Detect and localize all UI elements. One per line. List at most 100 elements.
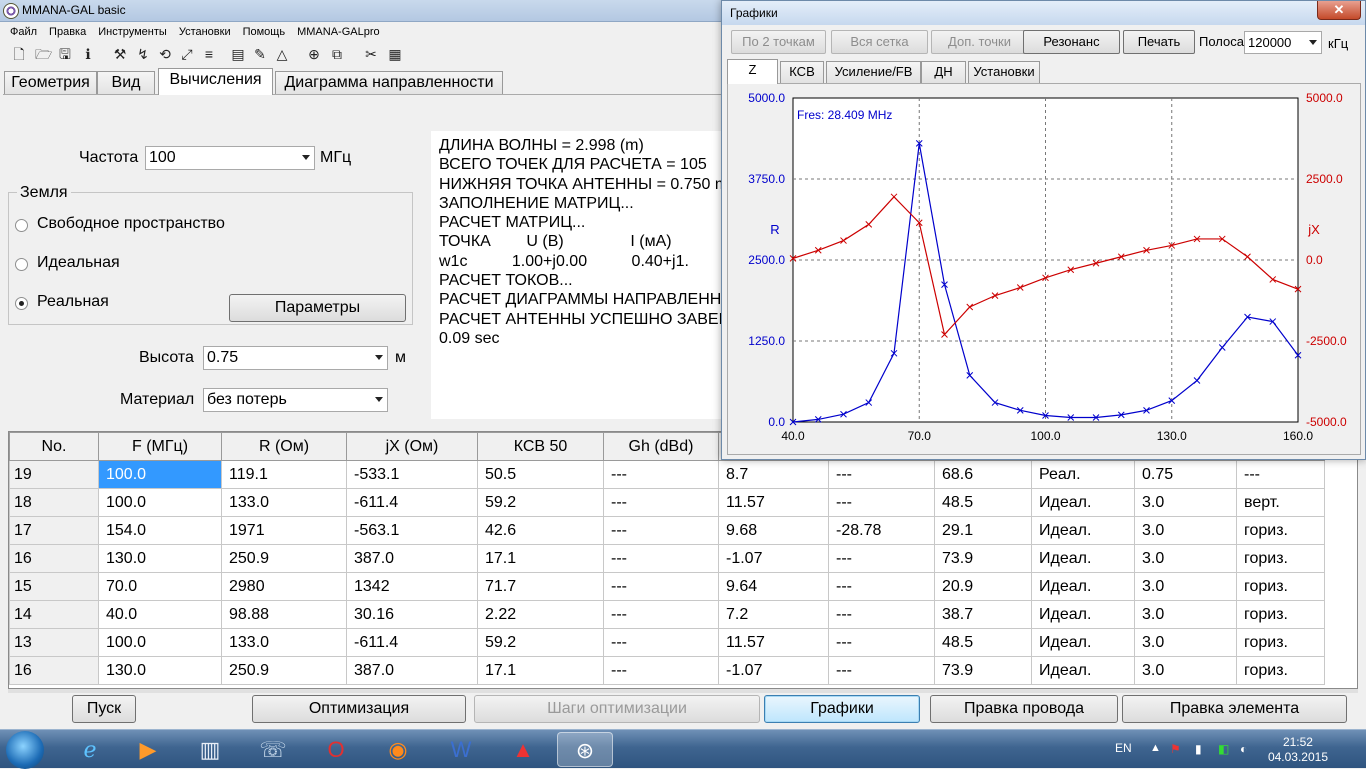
- table-cell[interactable]: 119.1: [221, 460, 347, 489]
- graphs-button[interactable]: Графики: [764, 695, 920, 723]
- start-button[interactable]: Пуск: [72, 695, 136, 723]
- graph-tab-pattern[interactable]: ДН: [921, 61, 966, 83]
- table-cell[interactable]: 40.0: [98, 600, 222, 629]
- table-cell[interactable]: 50.5: [477, 460, 604, 489]
- table-cell[interactable]: 130.0: [98, 656, 222, 685]
- resonance-button[interactable]: Резонанс: [1023, 30, 1120, 54]
- table-cell[interactable]: верт.: [1236, 488, 1325, 517]
- table-cell[interactable]: 3.0: [1134, 516, 1237, 545]
- table-cell[interactable]: 20.9: [934, 572, 1032, 601]
- table-cell[interactable]: Идеал.: [1031, 544, 1135, 573]
- table-cell[interactable]: 8.7: [718, 460, 829, 489]
- elements-tool-icon[interactable]: ≡: [201, 46, 217, 62]
- graph-tab-gain[interactable]: Усиление/FB: [826, 61, 921, 83]
- table-cell[interactable]: 100.0: [98, 488, 222, 517]
- table-cell[interactable]: гориз.: [1236, 656, 1325, 685]
- table-row[interactable]: 17 154.0 1971 -563.1 42.6 --- 9.68 -28.78 29.1 Ид…: [9, 516, 1325, 545]
- radio-free-space[interactable]: [15, 219, 28, 232]
- table-cell[interactable]: 387.0: [346, 656, 478, 685]
- document-icon[interactable]: ▤: [230, 46, 246, 62]
- table-cell[interactable]: гориз.: [1236, 544, 1325, 573]
- table-row[interactable]: 19 100.0 119.1 -533.1 50.5 --- 8.7 --- 68.6 Реал.…: [9, 460, 1325, 489]
- table-row[interactable]: 16 130.0 250.9 387.0 17.1 --- -1.07 --- 73.9 Идеа…: [9, 544, 1325, 573]
- table-cell[interactable]: 133.0: [221, 628, 347, 657]
- table-cell[interactable]: ---: [828, 488, 935, 517]
- tab-view[interactable]: Вид: [97, 71, 155, 95]
- table-cell[interactable]: 68.6: [934, 460, 1032, 489]
- table-cell[interactable]: гориз.: [1236, 516, 1325, 545]
- table-cell[interactable]: 48.5: [934, 488, 1032, 517]
- params-button[interactable]: Параметры: [229, 294, 406, 322]
- table-cell[interactable]: ---: [828, 656, 935, 685]
- table-cell[interactable]: -1.07: [718, 656, 829, 685]
- table-cell[interactable]: ---: [603, 572, 719, 601]
- start-orb-icon[interactable]: [6, 731, 44, 769]
- row-number-cell[interactable]: 19: [9, 460, 99, 489]
- table-cell[interactable]: Идеал.: [1031, 628, 1135, 657]
- table-cell[interactable]: 250.9: [221, 544, 347, 573]
- column-header[interactable]: No.: [9, 432, 99, 461]
- table-cell[interactable]: 48.5: [934, 628, 1032, 657]
- table-cell[interactable]: Идеал.: [1031, 600, 1135, 629]
- row-number-cell[interactable]: 18: [9, 488, 99, 517]
- table-cell[interactable]: 2.22: [477, 600, 604, 629]
- tab-geometry[interactable]: Геометрия: [4, 71, 97, 95]
- table-cell[interactable]: 17.1: [477, 656, 604, 685]
- triangle-icon[interactable]: △: [274, 46, 290, 62]
- table-cell[interactable]: 9.68: [718, 516, 829, 545]
- menu-settings[interactable]: Установки: [173, 22, 237, 40]
- full-grid-button[interactable]: Вся сетка: [831, 30, 928, 54]
- skype-icon[interactable]: ☏: [245, 732, 301, 767]
- table-cell[interactable]: гориз.: [1236, 572, 1325, 601]
- menu-edit[interactable]: Правка: [43, 22, 92, 40]
- table-cell[interactable]: гориз.: [1236, 600, 1325, 629]
- table-cell[interactable]: 42.6: [477, 516, 604, 545]
- table-cell[interactable]: 70.0: [98, 572, 222, 601]
- table-row[interactable]: 14 40.0 98.88 30.16 2.22 --- 7.2 --- 38.7 Идеал. 3…: [9, 600, 1325, 629]
- table-cell[interactable]: 71.7: [477, 572, 604, 601]
- menu-pro[interactable]: MMANA-GALpro: [291, 22, 386, 40]
- ie-icon[interactable]: ℯ: [62, 732, 118, 767]
- table-cell[interactable]: 3.0: [1134, 656, 1237, 685]
- files-icon[interactable]: ▥: [182, 732, 238, 767]
- row-number-cell[interactable]: 14: [9, 600, 99, 629]
- move-tool-icon[interactable]: ↯: [135, 46, 151, 62]
- opera-icon[interactable]: O: [308, 732, 364, 767]
- table-cell[interactable]: ---: [603, 516, 719, 545]
- table-cell[interactable]: ---: [828, 460, 935, 489]
- table-cell[interactable]: 387.0: [346, 544, 478, 573]
- radio-real[interactable]: [15, 297, 28, 310]
- close-icon[interactable]: ✕: [1317, 1, 1361, 20]
- table-cell[interactable]: -563.1: [346, 516, 478, 545]
- radio-ideal[interactable]: [15, 258, 28, 271]
- row-number-cell[interactable]: 15: [9, 572, 99, 601]
- table-cell[interactable]: -611.4: [346, 488, 478, 517]
- menu-help[interactable]: Помощь: [237, 22, 292, 40]
- table-cell[interactable]: 154.0: [98, 516, 222, 545]
- pen-icon[interactable]: ✎: [252, 46, 268, 62]
- menu-tools[interactable]: Инструменты: [92, 22, 173, 40]
- clock[interactable]: 21:52 04.03.2015: [1268, 735, 1328, 765]
- table-cell[interactable]: ---: [603, 460, 719, 489]
- two-points-button[interactable]: По 2 точкам: [731, 30, 826, 54]
- menu-file[interactable]: Файл: [0, 22, 43, 40]
- tools-icon[interactable]: ✂: [363, 46, 379, 62]
- column-header[interactable]: Gh (dBd): [603, 432, 719, 461]
- table-cell[interactable]: ---: [603, 488, 719, 517]
- media-player-icon[interactable]: ▶: [120, 732, 176, 767]
- table-cell[interactable]: 3.0: [1134, 600, 1237, 629]
- optimization-button[interactable]: Оптимизация: [252, 695, 466, 723]
- save-icon[interactable]: 🖫: [57, 46, 73, 62]
- table-cell[interactable]: гориз.: [1236, 628, 1325, 657]
- table-row[interactable]: 13 100.0 133.0 -611.4 59.2 --- 11.57 --- 48.5 Иде…: [9, 628, 1325, 657]
- table-cell[interactable]: -28.78: [828, 516, 935, 545]
- tray-flag-icon[interactable]: ⚑: [1170, 742, 1181, 756]
- graph-tab-z[interactable]: Z: [727, 59, 778, 84]
- pdf-reader-icon[interactable]: ▲: [495, 732, 551, 767]
- table-cell[interactable]: -1.07: [718, 544, 829, 573]
- table-cell[interactable]: Идеал.: [1031, 516, 1135, 545]
- table-cell[interactable]: 38.7: [934, 600, 1032, 629]
- table-cell[interactable]: ---: [828, 572, 935, 601]
- table-cell[interactable]: 1342: [346, 572, 478, 601]
- table-cell[interactable]: 3.0: [1134, 488, 1237, 517]
